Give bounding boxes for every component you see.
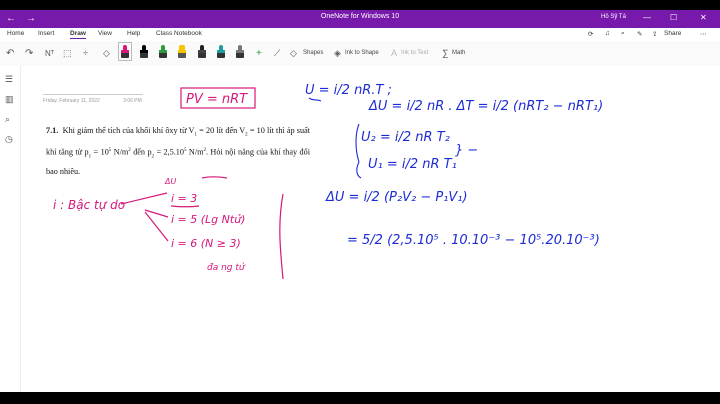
ink-to-text-icon: A bbox=[391, 48, 398, 58]
ink-da-ng-tu: đa ng tử bbox=[207, 262, 246, 273]
pen-gray-icon[interactable] bbox=[236, 45, 244, 58]
ink-to-shape-button[interactable]: Ink to Shape bbox=[345, 50, 379, 56]
bottom-black-bar bbox=[0, 392, 720, 404]
ink-i6: i = 6 (N ≥ 3) bbox=[171, 237, 241, 250]
ink-layer: PV = nRT ΔU i : Bậc tự do i = 3 i = 5 (L… bbox=[53, 83, 603, 280]
search-icon[interactable]: ⌕ bbox=[621, 30, 625, 38]
title-bar: ← → OneNote for Windows 10 Hồ Sỹ Tá — ☐ … bbox=[0, 10, 720, 28]
math-button[interactable]: Math bbox=[452, 50, 465, 56]
recent-icon[interactable]: ◷ bbox=[5, 134, 13, 145]
sync-icon[interactable]: ⟳ bbox=[588, 30, 593, 38]
ink-brace-minus: } − bbox=[455, 143, 478, 158]
tab-class-notebook[interactable]: Class Notebook bbox=[156, 30, 202, 37]
notebooks-icon[interactable]: ▥ bbox=[5, 94, 14, 105]
highlighter-yellow-icon[interactable] bbox=[178, 45, 186, 58]
user-name[interactable]: Hồ Sỹ Tá bbox=[601, 14, 626, 20]
more-options-icon[interactable]: ⋯ bbox=[700, 30, 707, 38]
add-pen-icon[interactable]: + bbox=[256, 48, 262, 59]
draw-ribbon: ↶ ↷ Nᵀ ⬚ ÷ ◇ + ⟋ ◇ Shapes ◈ Ink to Shape… bbox=[0, 41, 720, 67]
search-nav-icon[interactable]: ⌕ bbox=[5, 114, 10, 125]
ink-u1: U₁ = i/2 nR T₁ bbox=[368, 157, 457, 172]
select-lasso-icon[interactable]: ⬚ bbox=[63, 48, 72, 59]
share-button[interactable]: Share bbox=[664, 30, 681, 37]
ink-numeric: = 5/2 (2,5.10⁵ . 10.10⁻³ − 10⁵.20.10⁻³) bbox=[347, 233, 600, 248]
undo-icon[interactable]: ↶ bbox=[6, 48, 14, 59]
ink-i3: i = 3 bbox=[171, 192, 197, 205]
ink-delta-eq: ΔU = i/2 nR . ΔT = i/2 (nRT₂ − nRT₁) bbox=[368, 99, 603, 114]
ink-delta-p: ΔU = i/2 (P₂V₂ − P₁V₁) bbox=[325, 190, 468, 205]
tab-insert[interactable]: Insert bbox=[38, 30, 54, 37]
close-icon[interactable]: ✕ bbox=[700, 13, 707, 22]
redo-icon[interactable]: ↷ bbox=[25, 48, 33, 59]
math-icon[interactable]: ∑ bbox=[442, 48, 448, 58]
tab-draw[interactable]: Draw bbox=[70, 30, 86, 39]
type-tool-icon[interactable]: Nᵀ bbox=[45, 49, 54, 58]
pen-icon[interactable]: ✎ bbox=[637, 30, 642, 38]
maximize-icon[interactable]: ☐ bbox=[670, 13, 677, 22]
ruler-icon[interactable]: ⟋ bbox=[274, 48, 280, 59]
share-icon[interactable]: ⇪ bbox=[652, 30, 657, 38]
ink-u2: U₂ = i/2 nR T₂ bbox=[361, 130, 450, 145]
onenote-window: ← → OneNote for Windows 10 Hồ Sỹ Tá — ☐ … bbox=[0, 10, 720, 392]
page-canvas[interactable]: Friday, February 11, 2022 3:06 PM 7.1. K… bbox=[21, 66, 720, 392]
eraser-icon[interactable]: ◇ bbox=[103, 48, 110, 59]
shapes-button[interactable]: Shapes bbox=[303, 50, 323, 56]
ink-red-strokes bbox=[120, 176, 284, 280]
ink-delta-u-mark: ΔU bbox=[164, 177, 176, 186]
ink-to-shape-icon[interactable]: ◈ bbox=[334, 48, 341, 59]
ink-blue-strokes bbox=[308, 97, 362, 179]
ink-note-i: i : Bậc tự do bbox=[53, 198, 125, 212]
hamburger-icon[interactable]: ☰ bbox=[5, 74, 13, 85]
shapes-icon[interactable]: ◇ bbox=[290, 48, 297, 59]
pen-green-icon[interactable] bbox=[159, 45, 167, 58]
tab-view[interactable]: View bbox=[98, 30, 112, 37]
menu-bar: Home Insert Draw View Help Class Noteboo… bbox=[0, 28, 720, 41]
tab-home[interactable]: Home bbox=[7, 30, 24, 37]
ink-to-text-button: Ink to Text bbox=[401, 50, 429, 56]
tab-help[interactable]: Help bbox=[127, 30, 140, 37]
insert-space-icon[interactable]: ÷ bbox=[83, 48, 88, 58]
ink-u-eq: U = i/2 nR.T ; bbox=[305, 83, 392, 98]
minimize-icon[interactable]: — bbox=[643, 13, 651, 22]
pen-dark-icon[interactable] bbox=[198, 45, 206, 58]
left-nav: ☰ ▥ ⌕ ◷ bbox=[0, 66, 21, 392]
pen-teal-icon[interactable] bbox=[217, 45, 225, 58]
pen-magenta-icon[interactable] bbox=[118, 42, 132, 61]
ink-i5: i = 5 (Lg Ntử) bbox=[171, 213, 245, 226]
ink-pv-nrt: PV = nRT bbox=[186, 92, 248, 107]
pen-black-icon[interactable] bbox=[140, 45, 148, 58]
bell-icon[interactable]: ♫ bbox=[605, 30, 610, 37]
